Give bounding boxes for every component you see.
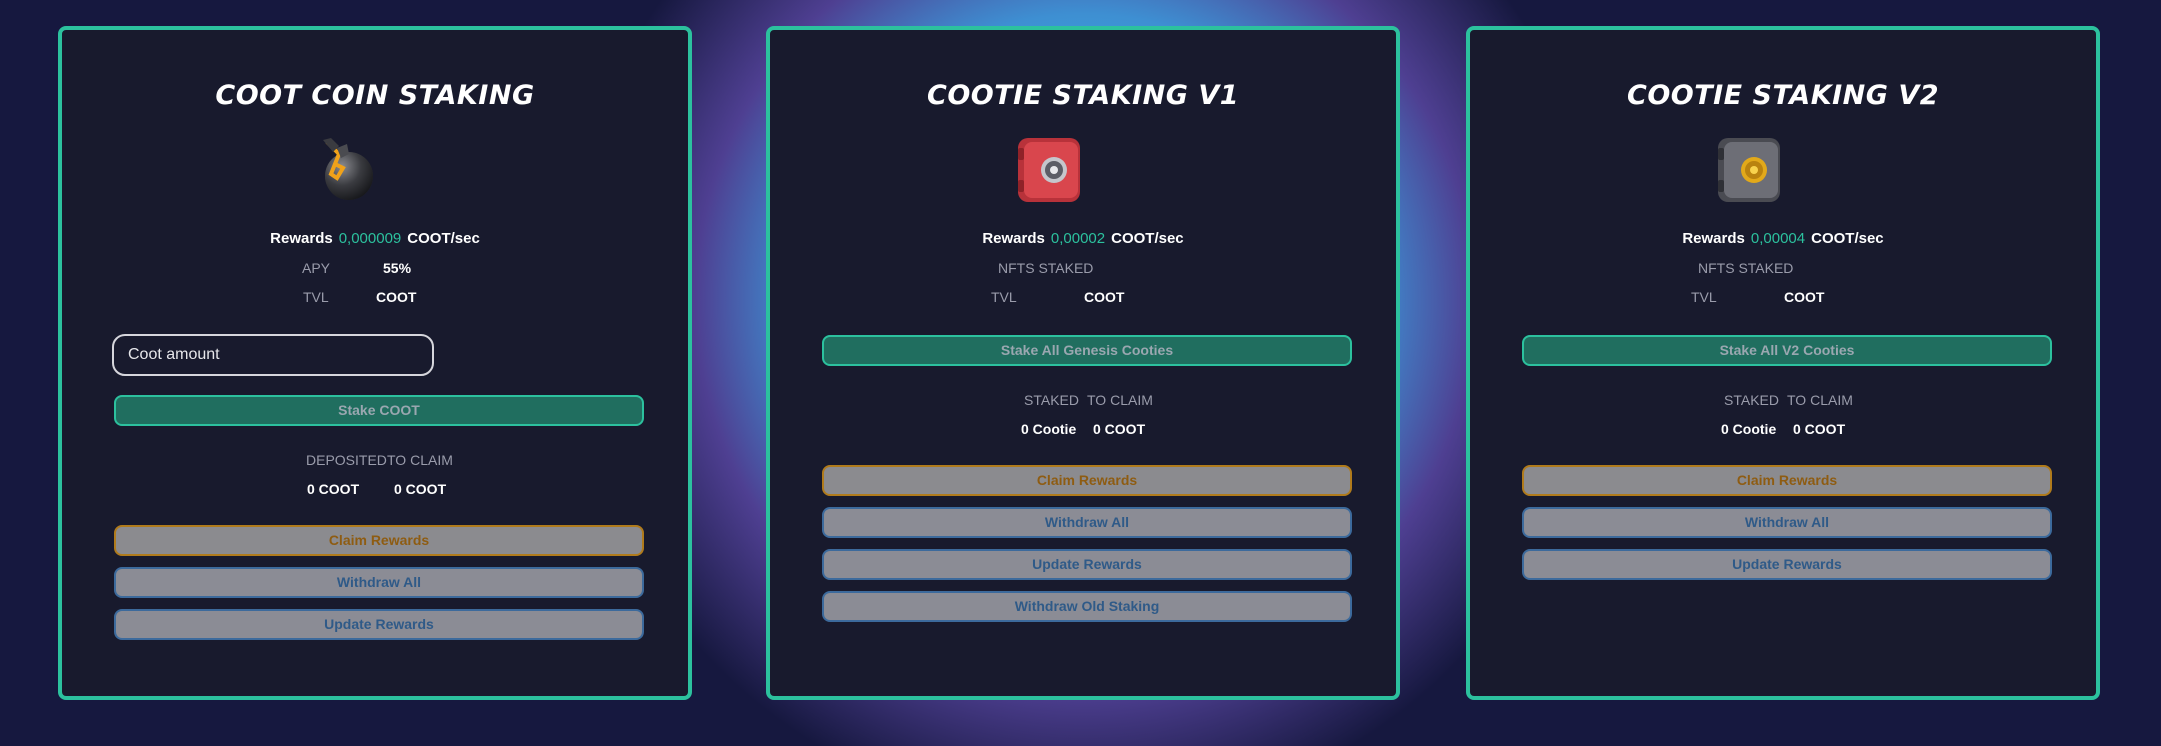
deposited-value: 0 COOT bbox=[307, 481, 360, 497]
tvl-value: COOT bbox=[1084, 289, 1125, 305]
update-rewards-button[interactable]: Update Rewards bbox=[114, 609, 644, 640]
to-claim-label: TO CLAIM bbox=[1787, 392, 1853, 408]
claim-rewards-button[interactable]: Claim Rewards bbox=[1522, 465, 2052, 496]
rewards-unit: COOT/sec bbox=[407, 230, 480, 247]
rewards-label: Rewards bbox=[1682, 230, 1745, 247]
to-claim-value: 0 COOT bbox=[394, 481, 447, 497]
tvl-value: COOT bbox=[1784, 289, 1825, 305]
rewards-unit: COOT/sec bbox=[1811, 230, 1884, 247]
card-title: COOTIE STAKING V1 bbox=[927, 80, 1239, 111]
withdraw-all-button[interactable]: Withdraw All bbox=[1522, 507, 2052, 538]
update-rewards-button[interactable]: Update Rewards bbox=[1522, 549, 2052, 580]
update-rewards-button[interactable]: Update Rewards bbox=[822, 549, 1352, 580]
card-title: COOT COIN STAKING bbox=[215, 80, 535, 111]
rewards-label: Rewards bbox=[982, 230, 1045, 247]
rewards-value: 0,000009 bbox=[338, 230, 402, 247]
stake-coot-button[interactable]: Stake COOT bbox=[114, 395, 644, 426]
claim-rewards-button[interactable]: Claim Rewards bbox=[822, 465, 1352, 496]
deposited-label: DEPOSITED bbox=[306, 452, 387, 468]
rewards-value: 0,00002 bbox=[1050, 230, 1106, 247]
withdraw-all-button[interactable]: Withdraw All bbox=[822, 507, 1352, 538]
staked-label: STAKED bbox=[1724, 392, 1779, 408]
withdraw-old-staking-button[interactable]: Withdraw Old Staking bbox=[822, 591, 1352, 622]
nfts-staked-label: NFTS STAKED bbox=[1698, 260, 1794, 276]
withdraw-all-button[interactable]: Withdraw All bbox=[114, 567, 644, 598]
claim-rewards-button[interactable]: Claim Rewards bbox=[114, 525, 644, 556]
cootie-staking-v2-card: COOTIE STAKING V2 Rewards 0,00004 COOT/sec… bbox=[1466, 26, 2100, 700]
rewards-label: Rewards bbox=[270, 230, 333, 247]
cootie-staking-v1-card: COOTIE STAKING V1 Rewards 0,00002 COOT/sec… bbox=[766, 26, 1400, 700]
rewards-row: Rewards 0,00004 COOT/sec bbox=[1470, 230, 2096, 247]
rewards-value: 0,00004 bbox=[1750, 230, 1806, 247]
nfts-staked-label: NFTS STAKED bbox=[998, 260, 1094, 276]
staked-value: 0 Cootie bbox=[1721, 421, 1777, 437]
bomb-icon bbox=[309, 134, 381, 206]
tvl-label: TVL bbox=[1691, 289, 1717, 305]
coot-coin-staking-card: COOT COIN STAKING Rewards 0,000009 COOT/se… bbox=[58, 26, 692, 700]
grey-safe-icon bbox=[1712, 134, 1784, 206]
staked-label: STAKED bbox=[1024, 392, 1079, 408]
to-claim-value: 0 COOT bbox=[1093, 421, 1146, 437]
tvl-value: COOT bbox=[376, 289, 417, 305]
to-claim-label: TO CLAIM bbox=[1087, 392, 1153, 408]
to-claim-label: TO CLAIM bbox=[387, 452, 453, 468]
card-title: COOTIE STAKING V2 bbox=[1627, 80, 1939, 111]
apy-value: 55% bbox=[383, 260, 412, 276]
red-safe-icon bbox=[1012, 134, 1084, 206]
coot-amount-input[interactable] bbox=[112, 334, 434, 376]
staked-value: 0 Cootie bbox=[1021, 421, 1077, 437]
stake-all-v2-cooties-button[interactable]: Stake All V2 Cooties bbox=[1522, 335, 2052, 366]
tvl-label: TVL bbox=[991, 289, 1017, 305]
rewards-unit: COOT/sec bbox=[1111, 230, 1184, 247]
rewards-row: Rewards 0,000009 COOT/sec bbox=[62, 230, 688, 247]
stake-all-genesis-cooties-button[interactable]: Stake All Genesis Cooties bbox=[822, 335, 1352, 366]
to-claim-value: 0 COOT bbox=[1793, 421, 1846, 437]
apy-label: APY bbox=[302, 260, 331, 276]
tvl-label: TVL bbox=[303, 289, 329, 305]
rewards-row: Rewards 0,00002 COOT/sec bbox=[770, 230, 1396, 247]
